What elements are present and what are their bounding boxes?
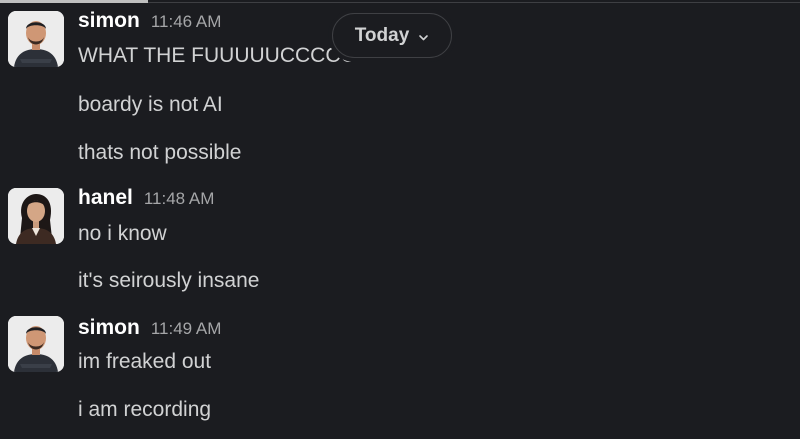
date-divider-label: Today [354, 24, 410, 46]
sender-name[interactable]: hanel [78, 186, 133, 210]
message-header: simon 11:46 AM [78, 9, 221, 35]
pane-divider [148, 2, 800, 3]
message-text: no i know [78, 222, 167, 245]
message-text: thats not possible [78, 141, 242, 164]
timestamp[interactable]: 11:49 AM [151, 319, 222, 339]
message-header: hanel 11:48 AM [78, 186, 214, 212]
date-divider-button[interactable]: Today [332, 13, 452, 58]
timestamp[interactable]: 11:46 AM [151, 12, 222, 32]
sender-name[interactable]: simon [78, 316, 140, 340]
message-pane: simon 11:46 AM WHAT THE FUUUUUCCCCCKKK b… [0, 0, 800, 439]
timestamp[interactable]: 11:48 AM [144, 189, 215, 209]
avatar-hanel-image [8, 188, 64, 244]
sender-name[interactable]: simon [78, 9, 140, 33]
scroll-indicator [0, 0, 148, 3]
chevron-down-icon [418, 30, 429, 41]
message-text: boardy is not AI [78, 93, 223, 116]
avatar-simon-image [8, 11, 64, 67]
message-text: it's seirously insane [78, 269, 260, 292]
avatar-simon-image [8, 316, 64, 372]
avatar[interactable] [8, 11, 64, 67]
avatar[interactable] [8, 316, 64, 372]
message-header: simon 11:49 AM [78, 316, 221, 342]
message-text: i am recording [78, 398, 212, 421]
message-text: im freaked out [78, 350, 212, 373]
avatar[interactable] [8, 188, 64, 244]
